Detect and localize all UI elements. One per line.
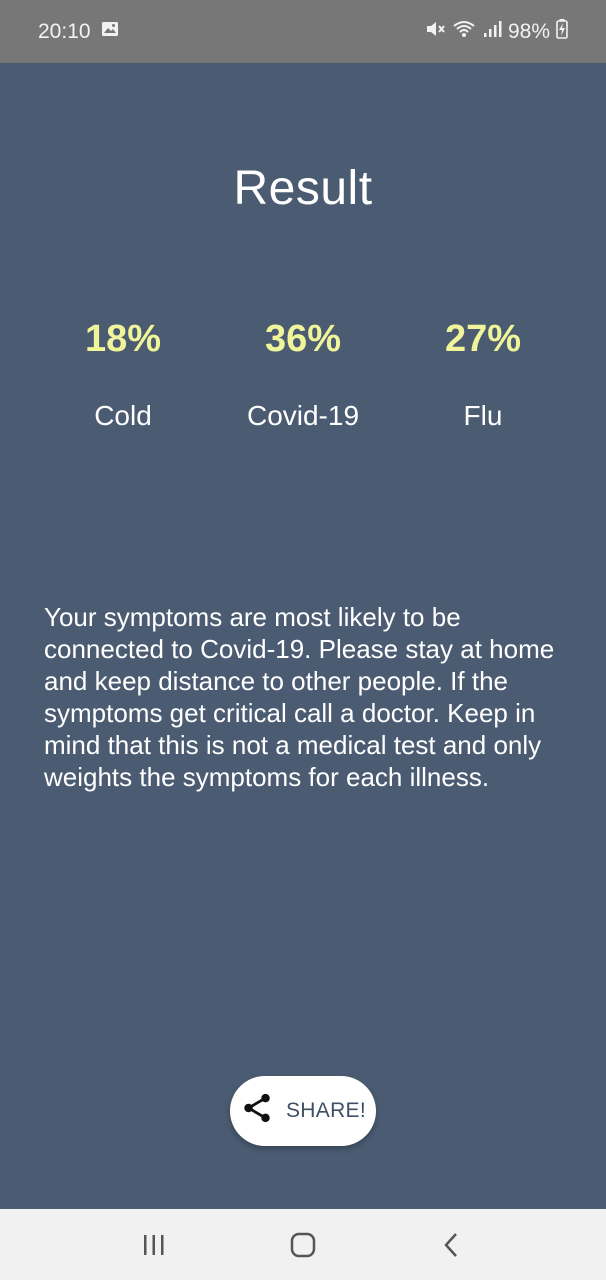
result-percent: 18%	[84, 318, 162, 360]
result-message: Your symptoms are most likely to be conn…	[44, 602, 555, 792]
result-label: Cold	[94, 400, 152, 431]
result-label: Covid-19	[246, 400, 360, 431]
battery-charging-icon	[556, 18, 568, 45]
result-percent: 36%	[264, 318, 342, 360]
wifi-icon	[452, 18, 476, 46]
signal-icon	[482, 19, 502, 45]
result-screen: Result 18% Cold 36% Covid-19 27% Flu You…	[0, 63, 606, 1209]
share-icon	[240, 1091, 274, 1131]
result-label: Flu	[463, 400, 503, 431]
back-icon[interactable]	[422, 1215, 482, 1275]
share-label: SHARE!	[286, 1099, 366, 1122]
status-bar: 20:10 98%	[0, 0, 606, 63]
navigation-bar	[0, 1209, 606, 1280]
share-button[interactable]: SHARE!	[230, 1076, 376, 1146]
status-left: 20:10	[38, 20, 119, 44]
page-title: Result	[233, 162, 373, 215]
result-percent: 27%	[444, 318, 522, 360]
image-icon	[101, 20, 119, 44]
recent-apps-icon[interactable]	[124, 1215, 184, 1275]
mute-icon	[424, 18, 446, 46]
status-time: 20:10	[38, 19, 91, 43]
home-icon[interactable]	[273, 1215, 333, 1275]
battery-percent: 98%	[507, 19, 550, 43]
status-right: 98%	[424, 18, 568, 46]
